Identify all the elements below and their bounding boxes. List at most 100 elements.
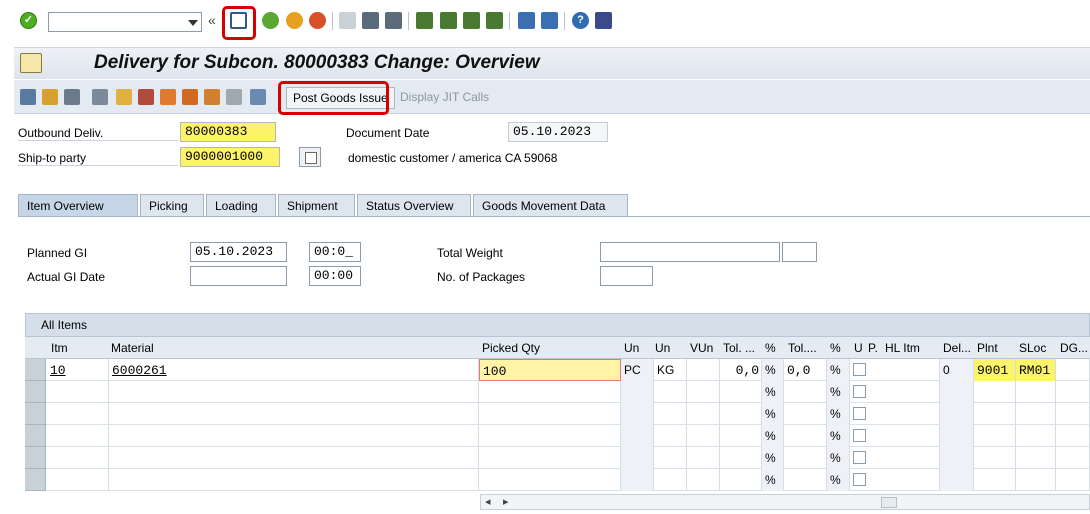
picked-qty-cell[interactable] (479, 381, 621, 403)
vun-cell[interactable] (687, 447, 720, 469)
itm-cell[interactable] (47, 447, 109, 469)
print-icon[interactable] (339, 12, 356, 29)
checkbox[interactable] (853, 363, 866, 376)
hl-itm-cell[interactable] (880, 403, 940, 425)
checkbox[interactable] (853, 407, 866, 420)
last-page-icon[interactable] (486, 12, 503, 29)
table-row[interactable]: % % (25, 447, 1090, 469)
itm-cell[interactable] (47, 403, 109, 425)
tol2-cell[interactable] (784, 425, 827, 447)
hl-itm-cell[interactable] (880, 359, 940, 381)
col-pct-2[interactable]: % (830, 341, 841, 355)
packages-field[interactable] (600, 266, 653, 286)
partner-icon[interactable] (116, 89, 132, 105)
hl-itm-cell[interactable] (880, 425, 940, 447)
col-pct-1[interactable]: % (765, 341, 776, 355)
picked-qty-cell[interactable] (479, 447, 621, 469)
tol2-cell[interactable] (784, 469, 827, 491)
scroll-thumb[interactable] (881, 497, 897, 508)
table-row[interactable]: 10 6000261 100 PC KG 0,0 % 0,0 % 0 9001 … (25, 359, 1090, 381)
dg-cell[interactable] (1056, 359, 1090, 381)
col-un-2[interactable]: Un (655, 341, 670, 355)
table-row[interactable]: % % (25, 381, 1090, 403)
vun-cell[interactable] (687, 425, 720, 447)
col-p[interactable]: P. (868, 341, 878, 355)
row-selector[interactable] (25, 403, 46, 425)
plnt-cell[interactable] (974, 381, 1016, 403)
dg-cell[interactable] (1056, 425, 1090, 447)
tol1-cell[interactable] (720, 425, 762, 447)
display-change-icon[interactable] (20, 89, 36, 105)
itm-cell[interactable] (47, 381, 109, 403)
tol2-cell[interactable] (784, 447, 827, 469)
create-icon[interactable] (42, 89, 58, 105)
plnt-cell[interactable] (974, 447, 1016, 469)
copy-icon[interactable] (92, 89, 108, 105)
output-icon[interactable] (160, 89, 176, 105)
table-row[interactable]: % % (25, 469, 1090, 491)
sloc-cell[interactable] (1016, 403, 1056, 425)
picked-qty-cell[interactable] (479, 469, 621, 491)
material-cell[interactable]: 6000261 (109, 359, 479, 381)
col-tol-1[interactable]: Tol. ... (723, 341, 755, 355)
tol1-cell[interactable] (720, 447, 762, 469)
un2-cell[interactable] (654, 403, 687, 425)
tab-loading[interactable]: Loading (206, 194, 276, 216)
col-u[interactable]: U (854, 341, 863, 355)
command-field[interactable] (48, 12, 202, 32)
tol2-cell[interactable] (784, 381, 827, 403)
tab-status-overview[interactable]: Status Overview (357, 194, 471, 216)
customize-layout-icon[interactable] (595, 12, 612, 29)
vun-cell[interactable] (687, 359, 720, 381)
col-material[interactable]: Material (111, 341, 154, 355)
prev-page-icon[interactable] (440, 12, 457, 29)
texts-icon[interactable] (138, 89, 154, 105)
sloc-cell[interactable] (1016, 447, 1056, 469)
horizontal-scrollbar[interactable]: ◂ ▸ (480, 494, 1090, 510)
vun-cell[interactable] (687, 469, 720, 491)
tab-goods-movement-data[interactable]: Goods Movement Data (473, 194, 628, 216)
checkbox[interactable] (853, 429, 866, 442)
total-weight-field[interactable] (600, 242, 780, 262)
back-icon[interactable] (262, 12, 279, 29)
col-sloc[interactable]: SLoc (1019, 341, 1046, 355)
tab-shipment[interactable]: Shipment (278, 194, 355, 216)
material-cell[interactable] (109, 381, 479, 403)
sloc-cell[interactable] (1016, 469, 1056, 491)
col-vun[interactable]: VUn (690, 341, 713, 355)
un2-cell[interactable] (654, 447, 687, 469)
collapse-chevron-icon[interactable]: « (208, 12, 216, 28)
table-row[interactable]: % % (25, 403, 1090, 425)
material-cell[interactable] (109, 447, 479, 469)
col-itm[interactable]: Itm (51, 341, 68, 355)
planned-gi-time-field[interactable]: 00:0_ (309, 242, 361, 262)
actual-gi-time-field[interactable]: 00:00 (309, 266, 361, 286)
planned-gi-date-field[interactable]: 05.10.2023 (190, 242, 287, 262)
col-dg[interactable]: DG... (1060, 341, 1088, 355)
tol1-cell[interactable]: 0,0 (720, 359, 762, 381)
tol1-cell[interactable] (720, 403, 762, 425)
outbound-deliv-field[interactable]: 80000383 (180, 122, 276, 142)
row-selector[interactable] (25, 359, 46, 381)
find-icon[interactable] (362, 12, 379, 29)
col-plnt[interactable]: Plnt (977, 341, 998, 355)
new-session-icon[interactable] (518, 12, 535, 29)
sloc-cell[interactable] (1016, 425, 1056, 447)
pack-icon[interactable] (182, 89, 198, 105)
table-row[interactable]: % % (25, 425, 1090, 447)
hl-itm-cell[interactable] (880, 447, 940, 469)
plnt-cell[interactable] (974, 403, 1016, 425)
picked-qty-cell[interactable] (479, 403, 621, 425)
tol1-cell[interactable] (720, 381, 762, 403)
dg-cell[interactable] (1056, 403, 1090, 425)
actual-gi-date-field[interactable] (190, 266, 287, 286)
scroll-left-icon[interactable]: ◂ (485, 495, 491, 508)
vun-cell[interactable] (687, 381, 720, 403)
un2-cell[interactable]: KG (654, 359, 687, 381)
col-un[interactable]: Un (624, 341, 639, 355)
sloc-cell[interactable]: RM01 (1016, 359, 1056, 381)
ship-to-party-field[interactable]: 9000001000 (180, 147, 280, 167)
dg-cell[interactable] (1056, 381, 1090, 403)
display-jit-calls-button[interactable]: Display JIT Calls (400, 90, 489, 104)
find-next-icon[interactable] (385, 12, 402, 29)
